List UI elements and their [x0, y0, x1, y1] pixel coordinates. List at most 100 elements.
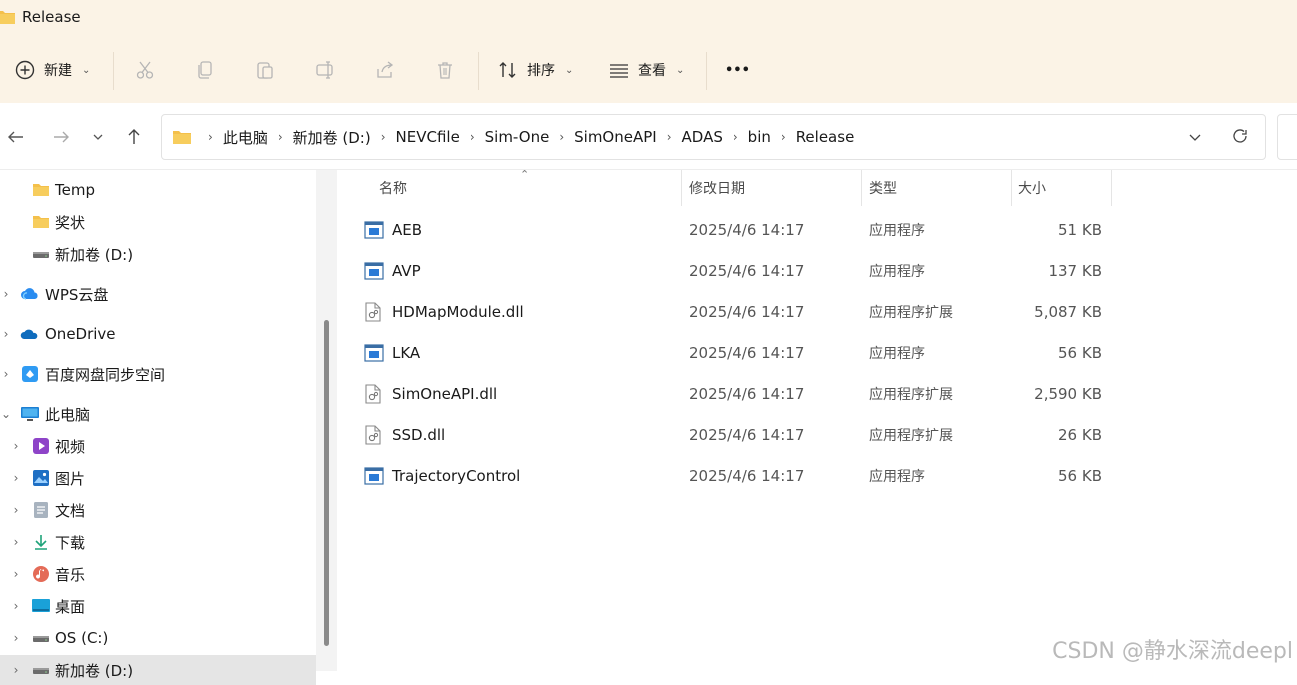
chevron-down-icon[interactable]: ⌄	[0, 407, 12, 421]
chevron-right-icon[interactable]: ›	[661, 130, 678, 144]
history-dropdown-button[interactable]	[1187, 129, 1203, 149]
music-icon	[31, 564, 51, 584]
paste-button[interactable]	[254, 54, 276, 86]
copy-button[interactable]	[194, 54, 216, 86]
file-row[interactable]: TrajectoryControl 2025/4/6 14:17 应用程序 56 KB	[337, 455, 1297, 496]
chevron-right-icon[interactable]: ›	[0, 327, 12, 341]
back-button[interactable]	[4, 125, 28, 149]
file-row[interactable]: SimOneAPI.dll 2025/4/6 14:17 应用程序扩展 2,590 K…	[337, 373, 1297, 414]
sidebar-item[interactable]: › OS (C:)	[0, 623, 316, 653]
sidebar-scrollbar[interactable]	[316, 170, 337, 671]
chevron-right-icon[interactable]: ›	[10, 599, 22, 613]
breadcrumb-item[interactable]: SimOneAPI	[570, 128, 661, 146]
sidebar-item[interactable]: › 桌面	[0, 591, 316, 621]
file-row[interactable]: LKA 2025/4/6 14:17 应用程序 56 KB	[337, 332, 1297, 373]
scissors-icon	[134, 59, 156, 81]
file-type: 应用程序	[869, 263, 925, 280]
onedrive-icon	[20, 324, 40, 344]
file-row[interactable]: HDMapModule.dll 2025/4/6 14:17 应用程序扩展 5,087…	[337, 291, 1297, 332]
app-icon	[364, 261, 384, 281]
breadcrumb-item[interactable]: 新加卷 (D:)	[289, 127, 375, 148]
sidebar-item[interactable]: › 音乐	[0, 559, 316, 589]
address-bar[interactable]: › 此电脑 › 新加卷 (D:) › NEVCfile › Sim-One › SimOneAPI…	[161, 114, 1266, 160]
column-header-date[interactable]: 修改日期	[689, 170, 745, 206]
chevron-right-icon[interactable]: ›	[464, 130, 481, 144]
sidebar-item[interactable]: › 图片	[0, 463, 316, 493]
file-name: LKA	[392, 343, 421, 362]
cloud-icon	[20, 284, 40, 304]
sidebar-item[interactable]: › 视频	[0, 431, 316, 461]
file-row[interactable]: AEB 2025/4/6 14:17 应用程序 51 KB	[337, 209, 1297, 250]
chevron-right-icon[interactable]: ›	[10, 663, 22, 677]
sidebar-item[interactable]: 新加卷 (D:)	[0, 239, 316, 269]
app-icon	[364, 343, 384, 363]
column-header-size[interactable]: 大小	[1018, 170, 1046, 206]
sidebar-item[interactable]: › WPS云盘	[0, 279, 316, 309]
chevron-right-icon[interactable]: ›	[10, 471, 22, 485]
column-size-label: 大小	[1018, 181, 1046, 197]
up-button[interactable]	[122, 125, 146, 149]
chevron-right-icon[interactable]: ›	[202, 130, 219, 144]
breadcrumb-item[interactable]: ADAS	[678, 128, 727, 146]
clipboard-icon	[254, 59, 276, 81]
file-row[interactable]: AVP 2025/4/6 14:17 应用程序 137 KB	[337, 250, 1297, 291]
sidebar-item[interactable]: › 下载	[0, 527, 316, 557]
chevron-right-icon[interactable]: ›	[553, 130, 570, 144]
plus-circle-icon	[14, 59, 36, 81]
chevron-right-icon[interactable]: ›	[775, 130, 792, 144]
sidebar-item[interactable]: › 百度网盘同步空间	[0, 359, 316, 389]
chevron-right-icon[interactable]: ›	[10, 503, 22, 517]
chevron-right-icon[interactable]: ›	[10, 567, 22, 581]
sidebar-item[interactable]: › OneDrive	[0, 319, 316, 349]
sort-button[interactable]: 排序 ⌄	[497, 54, 573, 86]
chevron-right-icon[interactable]: ›	[0, 367, 12, 381]
search-box[interactable]	[1277, 114, 1297, 160]
file-size: 56 KB	[1058, 343, 1102, 362]
chevron-right-icon[interactable]: ›	[10, 631, 22, 645]
column-divider[interactable]	[1011, 170, 1012, 206]
breadcrumb-item[interactable]: Release	[792, 128, 859, 146]
view-button[interactable]: 查看 ⌄	[608, 54, 684, 86]
breadcrumb-item[interactable]: 此电脑	[219, 127, 272, 148]
new-button[interactable]: 新建 ⌄	[14, 54, 90, 86]
chevron-down-icon: ⌄	[676, 64, 685, 76]
chevron-right-icon[interactable]: ›	[0, 287, 12, 301]
sidebar-item-label: 此电脑	[45, 405, 91, 424]
sidebar-item[interactable]: › 新加卷 (D:)	[0, 655, 316, 685]
chevron-right-icon[interactable]: ›	[727, 130, 744, 144]
chevron-right-icon[interactable]: ›	[272, 130, 289, 144]
rename-button[interactable]	[314, 54, 336, 86]
file-name: AVP	[392, 261, 421, 280]
recent-locations-button[interactable]	[86, 125, 110, 149]
divider	[478, 52, 479, 90]
delete-button[interactable]	[434, 54, 456, 86]
refresh-button[interactable]	[1231, 127, 1249, 149]
sidebar-item[interactable]: › 文档	[0, 495, 316, 525]
navigation-pane: Temp 奖状 新加卷 (D:) › WPS云盘 › OneDrive › 百度网盘同步空间 ⌄ 此…	[0, 170, 316, 685]
column-divider[interactable]	[861, 170, 862, 206]
chevron-right-icon[interactable]: ›	[10, 439, 22, 453]
share-icon	[374, 59, 396, 81]
forward-button[interactable]	[49, 125, 73, 149]
chevron-right-icon[interactable]: ›	[375, 130, 392, 144]
column-date-label: 修改日期	[689, 181, 745, 197]
scrollbar-thumb[interactable]	[324, 320, 329, 646]
chevron-right-icon[interactable]: ›	[10, 535, 22, 549]
trash-icon	[434, 59, 456, 81]
file-name-cell: HDMapModule.dll	[364, 291, 524, 332]
more-options-button[interactable]: •••	[725, 54, 750, 86]
share-button[interactable]	[374, 54, 396, 86]
column-header-name[interactable]: 名称	[379, 170, 407, 206]
sidebar-item[interactable]: 奖状	[0, 207, 316, 237]
column-header-type[interactable]: 类型	[869, 170, 897, 206]
breadcrumb-item[interactable]: NEVCfile	[392, 128, 464, 146]
pc-icon	[20, 404, 40, 424]
cut-button[interactable]	[134, 54, 156, 86]
breadcrumb-item[interactable]: bin	[744, 128, 775, 146]
sidebar-item[interactable]: ⌄ 此电脑	[0, 399, 316, 429]
file-row[interactable]: SSD.dll 2025/4/6 14:17 应用程序扩展 26 KB	[337, 414, 1297, 455]
column-divider[interactable]	[1111, 170, 1112, 206]
column-divider[interactable]	[681, 170, 682, 206]
breadcrumb-item[interactable]: Sim-One	[481, 128, 554, 146]
sidebar-item[interactable]: Temp	[0, 175, 316, 205]
